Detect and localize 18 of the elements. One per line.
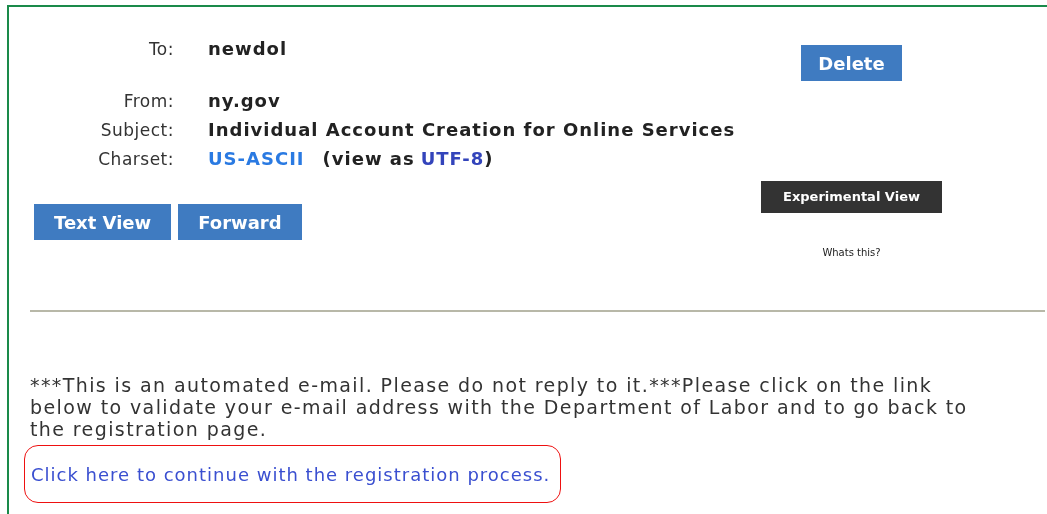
- delete-button[interactable]: Delete: [801, 45, 902, 81]
- field-label: From:: [122, 90, 175, 112]
- view-as-text: (view as: [322, 148, 415, 170]
- field-value: newdol: [208, 38, 288, 59]
- field-label: To:: [147, 38, 175, 60]
- view-as-text: ): [484, 148, 494, 170]
- field-value: ny.gov: [208, 90, 281, 111]
- action-button[interactable]: Text View: [34, 204, 172, 240]
- whats-this-link[interactable]: Whats this?: [822, 245, 881, 260]
- action-button[interactable]: Forward: [178, 204, 302, 240]
- utf8-link[interactable]: UTF-8: [420, 148, 485, 170]
- field-label: Charset:: [97, 148, 175, 170]
- field-value: Individual Account Creation for Online Services: [208, 119, 736, 140]
- field-label: Subject:: [99, 119, 175, 141]
- email-body-text: ***This is an automated e-mail. Please do not reply to it.***Please click on the link below to validate your e-mail address with the Department of Labor and to go back to the registration page.: [30, 374, 969, 440]
- charset-link[interactable]: US-ASCII: [208, 148, 305, 170]
- registration-link[interactable]: Click here to continue with the registration process.: [31, 460, 551, 488]
- experimental-view-button[interactable]: Experimental View: [761, 181, 942, 213]
